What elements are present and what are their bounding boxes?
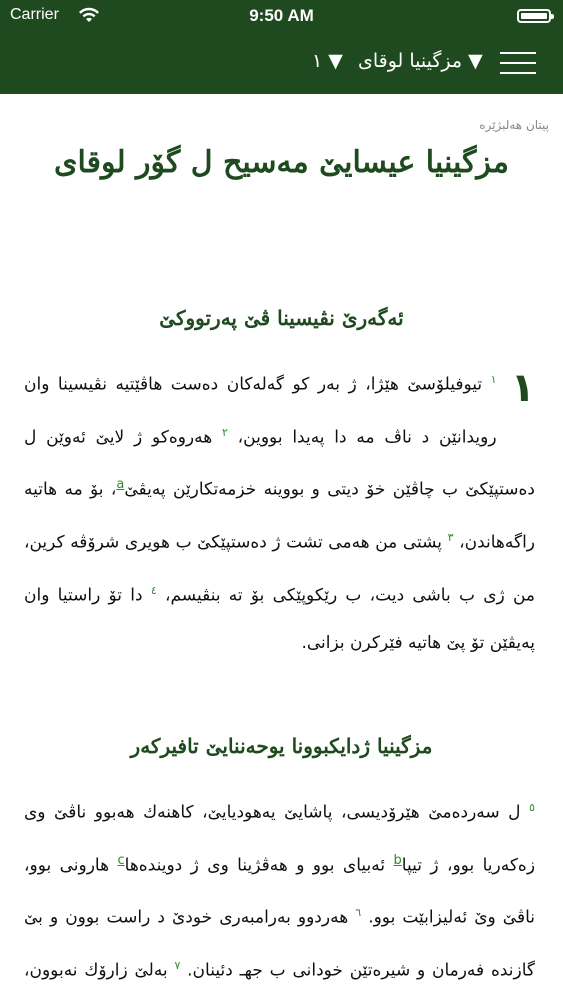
book-selector[interactable]: مزگینیا لوقای ▼: [358, 50, 483, 72]
footnote-link[interactable]: c: [117, 853, 124, 868]
verse-number: ٢: [221, 425, 228, 439]
nav-bar: ١ ▼ مزگینیا لوقای ▼: [0, 32, 563, 94]
battery-icon: [517, 9, 554, 23]
section-heading: مزگینیا ژدایکبوونا یوحەننایێ تافیرکەر: [130, 734, 433, 758]
scripture-content[interactable]: پیتان هەلبژێرە مزگینیا عیسایێ مەسیح ل گۆ…: [0, 94, 563, 1000]
verse-number: ٦: [355, 906, 362, 920]
footnote-link[interactable]: b: [394, 853, 402, 868]
paragraph: ١ ١ تیوفیلۆسێ هێژا، ژ بەر کو گەلەکان دەس…: [24, 356, 535, 667]
hamburger-menu-icon[interactable]: [500, 50, 536, 76]
clock: 9:50 AM: [249, 6, 314, 25]
section-heading: ئەگەرێ نڤیسینا ڤێ پەرتووکێ: [159, 306, 404, 330]
chapter-number: ١: [510, 365, 535, 411]
book-title: مزگینیا عیسایێ مەسیح ل گۆر لوقای: [53, 145, 509, 180]
verse-number: ٤: [150, 583, 157, 597]
verse-number: ٣: [447, 530, 454, 544]
verse-number: ٥: [529, 801, 535, 814]
status-bar: Carrier 9:50 AM: [0, 0, 563, 32]
verse-number: ١: [490, 373, 497, 386]
verse-text: ئەبیای بوو و هەڤژینا وی ژ دویندەها: [124, 855, 386, 876]
verse-number: ٧: [174, 958, 181, 972]
paragraph: ٥ ل سەردەمێ هێرۆدیسی، پاشایێ یەهودیایێ، …: [24, 784, 535, 1000]
chapter-selector[interactable]: ١ ▼: [312, 50, 343, 72]
